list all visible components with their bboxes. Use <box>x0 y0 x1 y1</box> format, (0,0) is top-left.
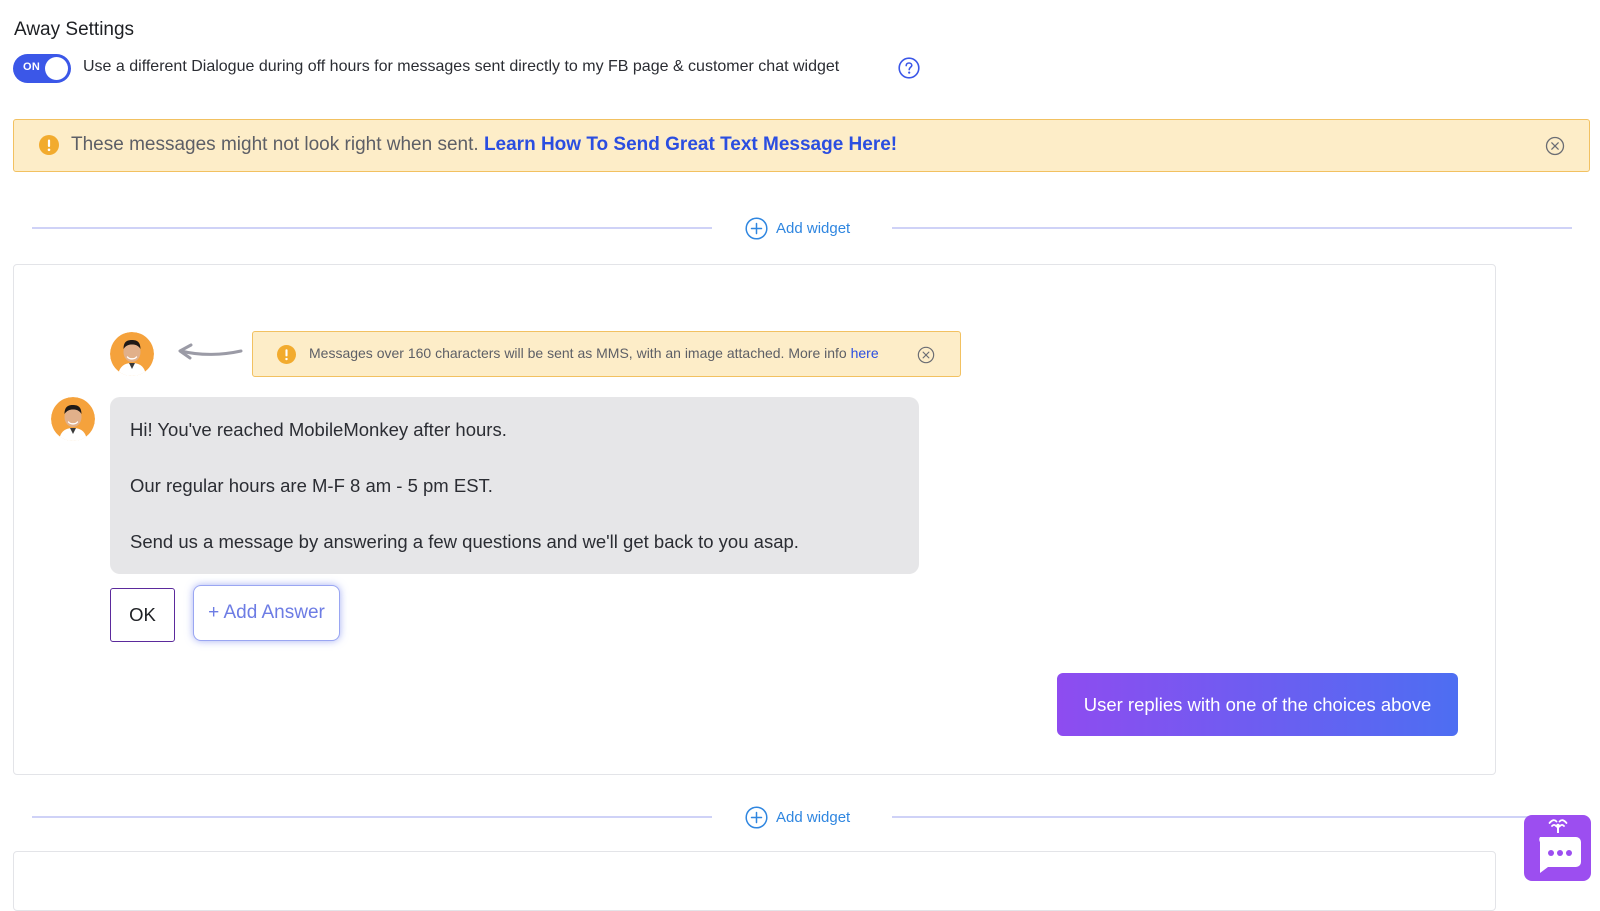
divider-line <box>892 227 1572 229</box>
close-circle-icon[interactable] <box>1545 136 1565 161</box>
chat-launcher-button[interactable] <box>1524 815 1591 881</box>
divider-line <box>32 816 712 818</box>
mms-warning: Messages over 160 characters will be sen… <box>252 331 961 377</box>
divider-line <box>32 227 712 229</box>
close-circle-icon[interactable] <box>917 346 935 369</box>
mms-warning-text: Messages over 160 characters will be sen… <box>309 345 847 361</box>
message-line: Hi! You've reached MobileMonkey after ho… <box>130 419 507 440</box>
mms-warning-message: Messages over 160 characters will be sen… <box>309 345 879 361</box>
mms-info-link[interactable]: here <box>851 345 879 361</box>
chat-bot-icon <box>1539 819 1581 873</box>
add-widget-label: Add widget <box>776 220 851 237</box>
toggle-description: Use a different Dialogue during off hour… <box>83 58 840 75</box>
user-reply-block[interactable]: User replies with one of the choices abo… <box>1057 673 1458 736</box>
avatar <box>110 332 154 376</box>
away-toggle[interactable]: ON <box>13 54 71 83</box>
message-line: Send us a message by answering a few que… <box>130 531 799 552</box>
toggle-knob <box>45 57 68 80</box>
plus-circle-icon <box>745 806 768 829</box>
warning-banner: These messages might not look right when… <box>13 119 1590 172</box>
banner-message: These messages might not look right when… <box>71 134 897 156</box>
page-title: Away Settings <box>14 19 135 40</box>
message-bubble[interactable]: Hi! You've reached MobileMonkey after ho… <box>110 397 919 574</box>
plus-circle-icon <box>745 217 768 240</box>
next-widget-card <box>13 851 1496 911</box>
message-line: Our regular hours are M-F 8 am - 5 pm ES… <box>130 475 493 496</box>
warning-icon <box>39 135 59 160</box>
add-widget-button[interactable]: Add widget <box>745 217 850 240</box>
arrow-left-icon <box>178 343 243 360</box>
banner-learn-link[interactable]: Learn How To Send Great Text Message Her… <box>484 134 897 155</box>
banner-text: These messages might not look right when… <box>71 134 479 155</box>
add-widget-button[interactable]: Add widget <box>745 806 850 829</box>
add-answer-button[interactable]: + Add Answer <box>193 585 340 641</box>
divider-line <box>892 816 1532 818</box>
avatar <box>51 397 95 441</box>
toggle-state-label: ON <box>23 61 41 73</box>
add-widget-label: Add widget <box>776 809 851 826</box>
question-circle-icon[interactable] <box>898 57 920 79</box>
answer-button-ok[interactable]: OK <box>110 588 175 642</box>
warning-icon <box>277 345 296 369</box>
